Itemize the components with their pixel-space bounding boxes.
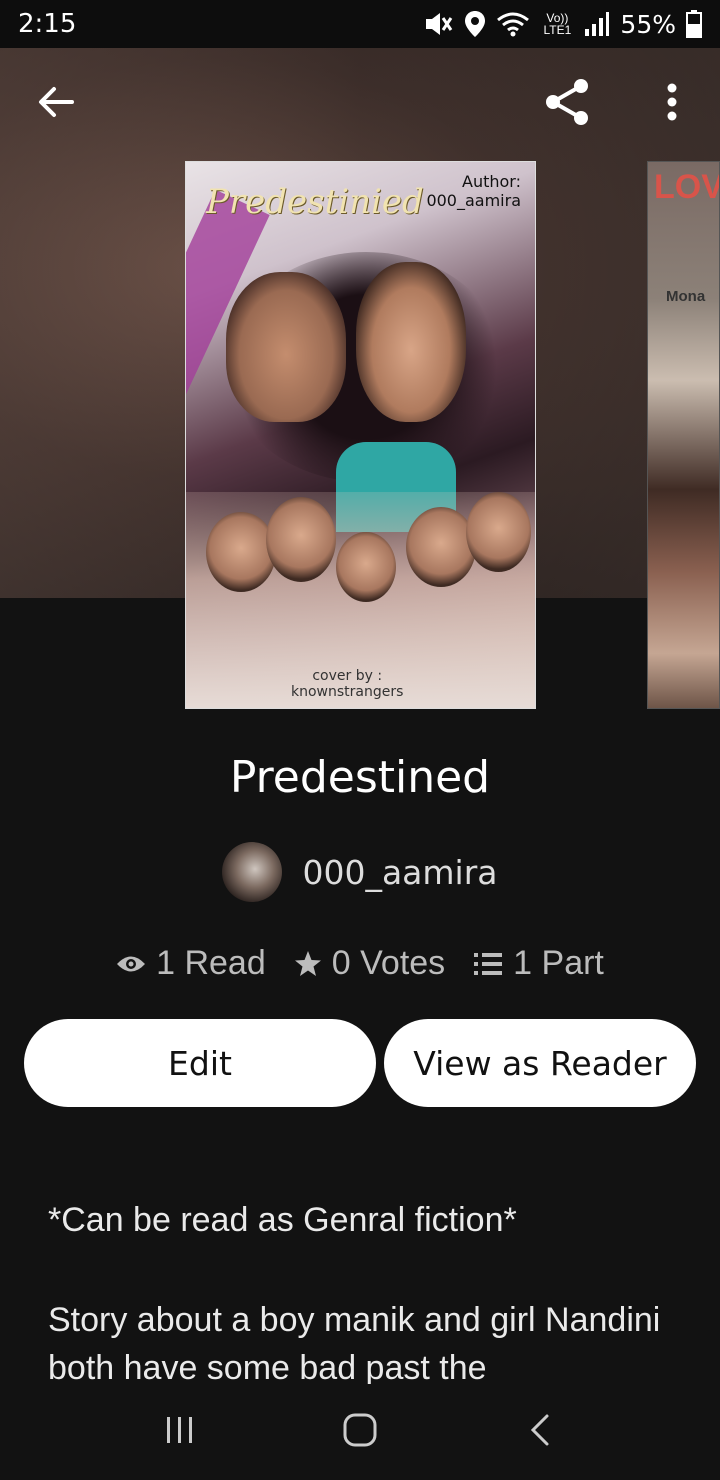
story-title: Predestined xyxy=(229,752,491,803)
cover-figure xyxy=(226,272,346,422)
recent-apps-icon xyxy=(165,1415,195,1450)
author-name[interactable]: 000_aamira xyxy=(302,853,497,892)
description-line: Story about a boy manik and girl Nandini… xyxy=(48,1301,661,1387)
reads-stat: 1 Read xyxy=(116,944,266,983)
story-cover-image[interactable]: Predestinied Author: 000_aamira cover by… xyxy=(185,161,536,709)
location-icon xyxy=(464,10,486,38)
more-vertical-icon xyxy=(666,82,678,127)
reads-count: 1 Read xyxy=(156,944,266,982)
share-icon xyxy=(541,76,593,133)
wifi-icon xyxy=(496,11,530,37)
cover-figure xyxy=(356,262,466,422)
battery-icon xyxy=(686,10,702,38)
back-chevron-icon xyxy=(529,1413,551,1452)
cover-author-text: Author: 000_aamira xyxy=(426,172,521,211)
signal-icon xyxy=(584,11,610,37)
mute-icon xyxy=(424,11,454,37)
next-story-cover[interactable]: LOV Mona xyxy=(647,161,720,709)
votes-stat: 0 Votes xyxy=(294,944,445,983)
view-as-reader-button[interactable]: View as Reader xyxy=(384,1019,696,1107)
next-cover-author: Mona xyxy=(666,288,706,305)
star-icon xyxy=(294,950,322,978)
avatar[interactable] xyxy=(222,842,283,902)
next-cover-title: LOV xyxy=(654,168,720,206)
edit-button[interactable]: Edit xyxy=(24,1019,376,1107)
home-button[interactable] xyxy=(320,1392,400,1472)
parts-stat: 1 Part xyxy=(473,944,604,983)
status-bar: 2:15 Vo)) LTE1 55% xyxy=(0,0,720,48)
parts-count: 1 Part xyxy=(513,944,604,982)
home-icon xyxy=(342,1412,378,1453)
network-type: Vo)) LTE1 xyxy=(543,11,572,37)
share-button[interactable] xyxy=(535,72,599,136)
story-stats: 1 Read 0 Votes 1 Part xyxy=(0,944,720,983)
system-back-button[interactable] xyxy=(500,1392,580,1472)
back-button[interactable] xyxy=(24,72,88,136)
recent-apps-button[interactable] xyxy=(140,1392,220,1472)
author-row[interactable]: 000_aamira xyxy=(0,842,720,902)
status-time: 2:15 xyxy=(18,9,77,39)
cover-title-art: Predestinied xyxy=(206,182,424,222)
cover-credit-text: cover by : knownstrangers xyxy=(291,668,404,700)
description-line: *Can be read as Genral fiction* xyxy=(48,1201,517,1239)
votes-count: 0 Votes xyxy=(331,944,446,982)
more-options-button[interactable] xyxy=(640,72,704,136)
arrow-left-icon xyxy=(36,82,76,127)
battery-percent: 55% xyxy=(620,9,676,39)
system-nav-bar xyxy=(0,1384,720,1480)
status-icons: Vo)) LTE1 55% xyxy=(424,10,702,39)
list-icon xyxy=(473,951,503,977)
eye-icon xyxy=(116,953,146,975)
